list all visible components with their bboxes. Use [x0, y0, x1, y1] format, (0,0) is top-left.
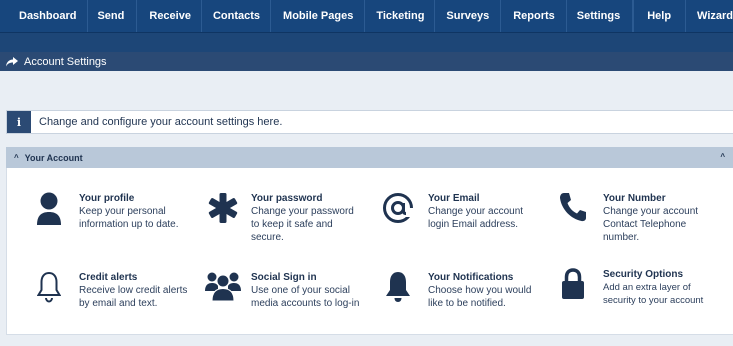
- chevron-up-icon: ^: [14, 153, 19, 162]
- card-title: Your Email: [428, 193, 480, 204]
- card-title: Your Notifications: [428, 272, 514, 283]
- nav-contacts[interactable]: Contacts: [202, 0, 272, 32]
- panel-title: Your Account: [24, 152, 83, 163]
- card-desc: Use one of your social media accounts to…: [251, 285, 360, 309]
- nav-settings[interactable]: Settings: [567, 0, 634, 32]
- collapse-chevron-icon[interactable]: ^: [720, 152, 725, 161]
- card-desc: Change your password to keep it safe and…: [251, 206, 354, 243]
- nav-mobile-pages[interactable]: Mobile Pages: [271, 0, 366, 32]
- bell-outline-icon: [31, 271, 67, 311]
- card-security-options[interactable]: Security Options Add an extra layer of s…: [555, 268, 718, 308]
- card-title: Social Sign in: [251, 272, 317, 283]
- card-desc: Add an extra layer of security to your a…: [603, 282, 704, 306]
- panel-header-your-account[interactable]: ^ Your Account ^: [6, 147, 733, 168]
- bell-icon: [380, 271, 416, 311]
- card-social-sign-in[interactable]: Social Sign in Use one of your social me…: [205, 271, 369, 311]
- info-banner: i Change and configure your account sett…: [6, 110, 733, 134]
- phone-icon: [555, 192, 591, 232]
- breadcrumb-label: Account Settings: [24, 55, 107, 68]
- card-desc: Keep your personal information up to dat…: [79, 206, 179, 230]
- nav-wizard[interactable]: Wizard: [686, 0, 733, 32]
- nav-dashboard[interactable]: Dashboard: [0, 0, 89, 32]
- nav-help[interactable]: Help: [634, 0, 687, 32]
- card-your-password[interactable]: Your password Change your password to ke…: [205, 192, 361, 244]
- card-your-notifications[interactable]: Your Notifications Choose how you would …: [380, 271, 543, 311]
- panel-body: Your profile Keep your personal informat…: [6, 168, 733, 335]
- card-title: Your profile: [79, 193, 135, 204]
- card-your-profile[interactable]: Your profile Keep your personal informat…: [31, 192, 189, 232]
- card-title: Your password: [251, 193, 323, 204]
- users-icon: [205, 271, 241, 311]
- nav-send[interactable]: Send: [88, 0, 138, 32]
- lock-icon: [555, 268, 591, 308]
- top-nav: Dashboard Send Receive Contacts Mobile P…: [0, 0, 733, 33]
- card-credit-alerts[interactable]: Credit alerts Receive low credit alerts …: [31, 271, 194, 311]
- at-icon: [380, 192, 416, 232]
- card-title: Security Options: [603, 269, 684, 280]
- nav-receive[interactable]: Receive: [137, 0, 202, 32]
- info-text: Change and configure your account settin…: [39, 116, 283, 128]
- card-desc: Choose how you would like to be notified…: [428, 285, 532, 309]
- nav-underbar: [0, 33, 733, 52]
- nav-ticketing[interactable]: Ticketing: [365, 0, 436, 32]
- card-desc: Receive low credit alerts by email and t…: [79, 285, 188, 309]
- card-your-number[interactable]: Your Number Change your account Contact …: [555, 192, 713, 244]
- card-desc: Change your account Contact Telephone nu…: [603, 206, 699, 243]
- card-desc: Change your account login Email address.: [428, 206, 524, 230]
- nav-reports[interactable]: Reports: [501, 0, 567, 32]
- card-title: Credit alerts: [79, 272, 138, 283]
- user-icon: [31, 192, 67, 232]
- info-icon: i: [7, 111, 31, 133]
- nav-surveys[interactable]: Surveys: [435, 0, 502, 32]
- card-your-email[interactable]: Your Email Change your account login Ema…: [380, 192, 538, 232]
- breadcrumb: Account Settings: [0, 52, 733, 71]
- asterisk-icon: [205, 192, 241, 232]
- share-arrow-icon: [6, 56, 18, 66]
- card-title: Your Number: [603, 193, 666, 204]
